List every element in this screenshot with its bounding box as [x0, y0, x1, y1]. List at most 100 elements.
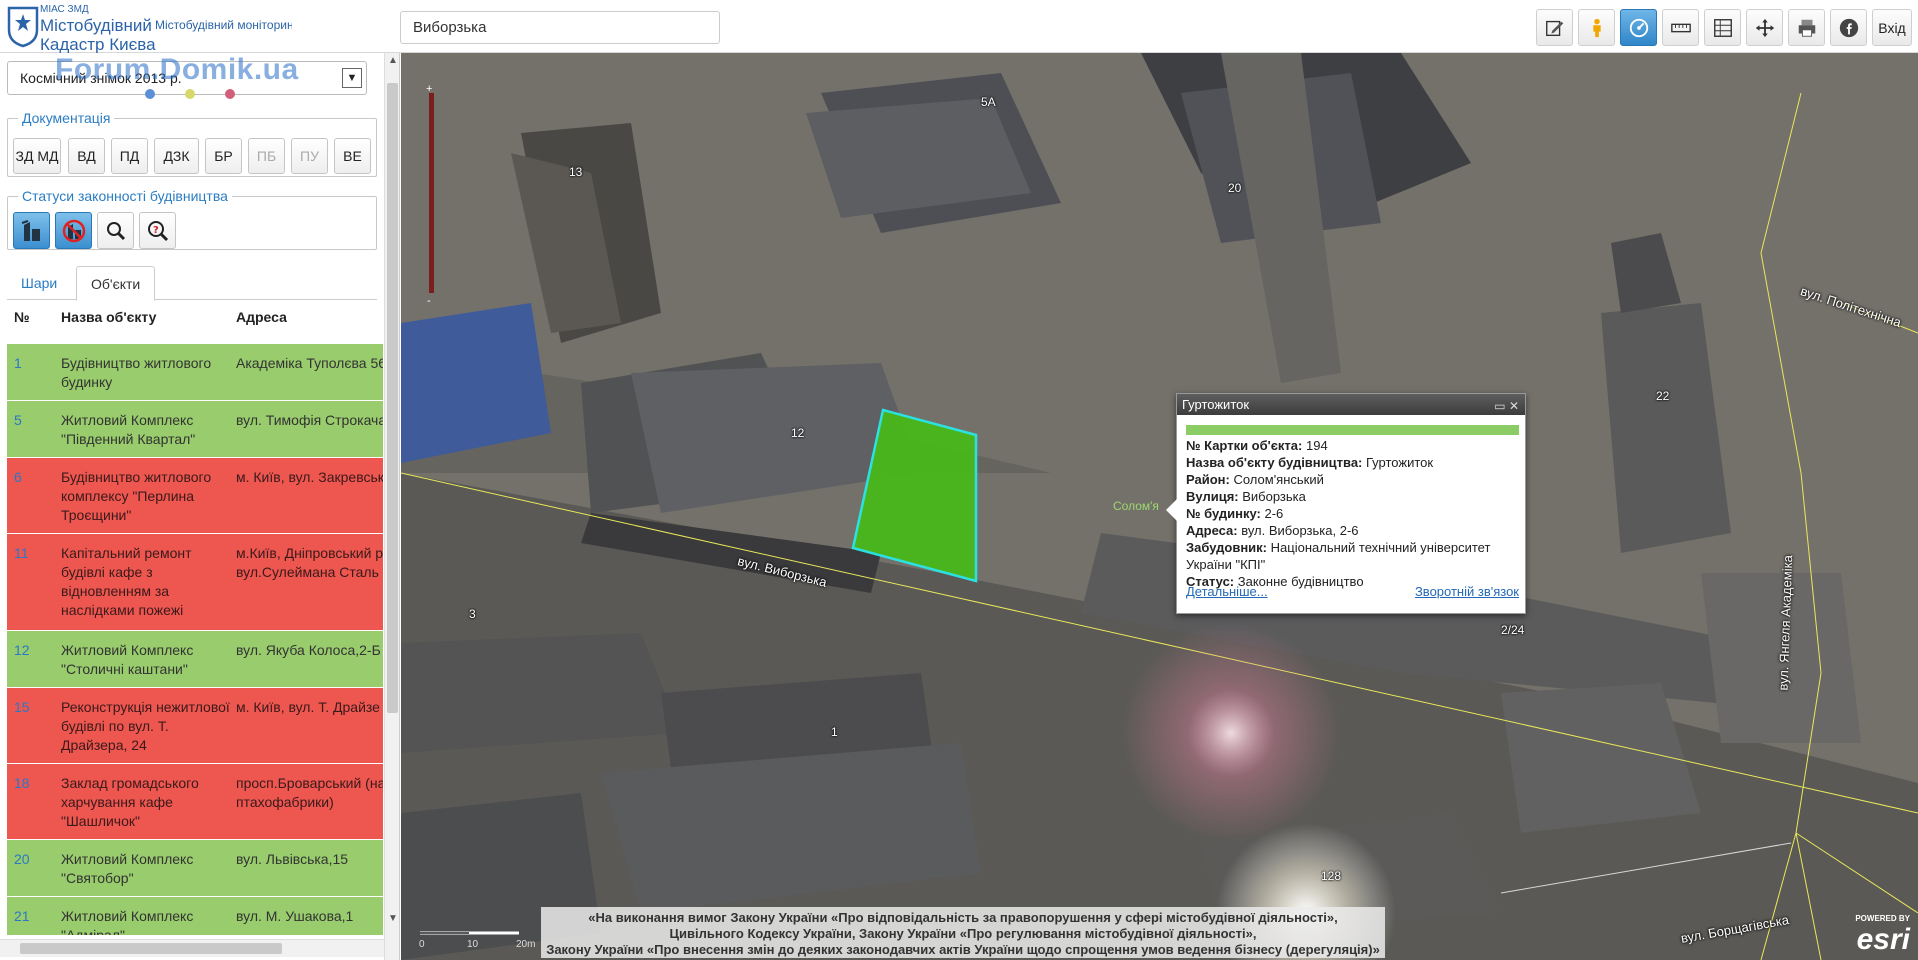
- measure-icon: [1670, 23, 1691, 32]
- vertical-scroll-thumb[interactable]: [387, 83, 398, 713]
- search-objects-button[interactable]: [97, 212, 134, 249]
- kyiv-coat-of-arms-logo[interactable]: [6, 4, 40, 48]
- print-button[interactable]: [1788, 9, 1825, 46]
- column-header-address[interactable]: Адреса: [236, 305, 287, 329]
- table-row[interactable]: 5 Житловий Комплекс "Південний Квартал" …: [7, 400, 383, 457]
- row-name: Житловий Комплекс "Південний Квартал": [61, 412, 196, 447]
- doc-button-zd-md[interactable]: ЗД МД: [13, 138, 61, 174]
- table-row[interactable]: 1 Будівництво житлового будинку Академік…: [7, 343, 383, 400]
- search-icon: [106, 221, 125, 240]
- table-row[interactable]: 21 Житловий Комплекс "Адмірал" вул. М. У…: [7, 896, 383, 935]
- documentation-group: Документація ЗД МД ВД ПД ДЗК БР ПБ ПУ ВЕ: [7, 110, 377, 177]
- doc-button-pd[interactable]: ПД: [111, 138, 148, 174]
- vertical-scrollbar[interactable]: ▲ ▼: [384, 53, 399, 960]
- map-number-label: 1: [831, 725, 838, 739]
- logo-text[interactable]: МІАС ЗМД Містобудівний Кадастр Києва: [40, 4, 156, 54]
- table-row[interactable]: 11 Капітальний ремонт будівлі кафе з від…: [7, 533, 383, 630]
- help-search-button[interactable]: ?: [139, 212, 176, 249]
- watermark-dot-red: [225, 89, 235, 99]
- facebook-button[interactable]: [1830, 9, 1867, 46]
- popup-field: Вулиця: Виборзька: [1186, 489, 1306, 504]
- horizontal-scrollbar[interactable]: [0, 939, 384, 957]
- scale-bar-ruler: [420, 931, 519, 935]
- map-search-input[interactable]: [400, 11, 720, 44]
- column-header-number[interactable]: №: [14, 305, 30, 329]
- scroll-down-icon[interactable]: ▼: [385, 913, 399, 929]
- documentation-title: Документація: [22, 110, 111, 126]
- table-row[interactable]: 12 Житловий Комплекс "Столичні каштани" …: [7, 630, 383, 687]
- row-address-line-1: м.Київ, Дніпровський р: [236, 545, 383, 561]
- zoom-slider[interactable]: + -: [425, 83, 437, 307]
- zoom-track[interactable]: [429, 93, 434, 293]
- map-view[interactable]: 5А 13 20 12 22 3 1 2/24 128 Солом'я вул.…: [401, 53, 1918, 960]
- maximize-icon[interactable]: ▭: [1494, 399, 1505, 413]
- feedback-link[interactable]: Зворотній зв'язок: [1415, 584, 1519, 599]
- svg-text:?: ?: [153, 225, 159, 236]
- popup-field: Назва об'єкту будівництва: Гуртожиток: [1186, 455, 1434, 470]
- row-name: Житловий Комплекс "Адмірал": [61, 908, 194, 935]
- scale-label: 0: [419, 939, 425, 950]
- doc-button-br[interactable]: БР: [205, 138, 242, 174]
- doc-button-pu[interactable]: ПУ: [291, 138, 328, 174]
- app-subtitle: Містобудівний моніторинг: [155, 18, 292, 32]
- legal-line: Закону України «Про внесення змін до дея…: [546, 942, 1380, 957]
- popup-field: № Картки об'єкта: 194: [1186, 438, 1328, 453]
- esri-logo-text: esri: [1856, 923, 1910, 956]
- row-name: Житловий Комплекс "Столичні каштани": [61, 642, 194, 677]
- row-name: Будівництво житлового будинку: [61, 355, 212, 390]
- row-name: Реконструкція нежитлової будівлі по вул.…: [61, 699, 230, 753]
- row-address: вул. М. Ушакова,1: [236, 908, 354, 924]
- district-label: Солом'я: [1113, 499, 1159, 513]
- row-address: вул. Львівська,15: [236, 851, 349, 867]
- chevron-down-icon[interactable]: ▼: [342, 68, 362, 88]
- map-number-label: 20: [1228, 181, 1242, 195]
- identify-button[interactable]: [1620, 9, 1657, 46]
- table-row[interactable]: 6 Будівництво житлового комплексу "Перли…: [7, 457, 383, 533]
- row-number: 6: [14, 469, 22, 485]
- edit-button[interactable]: [1536, 9, 1573, 46]
- measure-button[interactable]: [1662, 9, 1699, 46]
- pan-icon: [1755, 18, 1774, 37]
- table-row[interactable]: 15 Реконструкція нежитлової будівлі по в…: [7, 687, 383, 763]
- table-row[interactable]: 18 Заклад громадського харчування кафе "…: [7, 763, 383, 839]
- row-address: вул. Тимофія Строкача: [236, 412, 383, 428]
- scale-label: 10: [467, 939, 479, 950]
- tab-layers[interactable]: Шари: [7, 266, 71, 301]
- more-details-link[interactable]: Детальніше...: [1186, 584, 1268, 599]
- esri-logo[interactable]: POWERED BY esri: [1855, 915, 1910, 955]
- logo-small-text: МІАС ЗМД: [40, 4, 89, 15]
- popup-title: Гуртожиток: [1182, 397, 1250, 412]
- scale-bar: 0 10 20m: [419, 925, 535, 955]
- facebook-icon: [1839, 18, 1858, 37]
- map-number-label: 2/24: [1501, 623, 1525, 637]
- horizontal-scroll-thumb[interactable]: [20, 943, 282, 954]
- row-number: 15: [14, 699, 30, 715]
- doc-button-vd[interactable]: ВД: [68, 138, 105, 174]
- layers-compare-icon: [1713, 18, 1732, 37]
- row-number: 11: [14, 545, 29, 561]
- table-row[interactable]: 20 Житловий Комплекс "Святобор" вул. Льв…: [7, 839, 383, 896]
- doc-button-pb[interactable]: ПБ: [248, 138, 285, 174]
- illegal-construction-button[interactable]: [55, 212, 92, 249]
- row-name: Заклад громадського харчування кафе "Шаш…: [61, 775, 199, 829]
- doc-button-ve[interactable]: ВЕ: [334, 138, 371, 174]
- street-view-button[interactable]: [1578, 9, 1615, 46]
- close-icon[interactable]: ✕: [1509, 399, 1519, 413]
- zoom-out-icon[interactable]: -: [427, 295, 431, 307]
- login-button[interactable]: Вхід: [1872, 9, 1912, 46]
- layers-compare-button[interactable]: [1704, 9, 1741, 46]
- doc-button-dzk[interactable]: ДЗК: [154, 138, 199, 174]
- logo-line-1: Містобудівний: [40, 16, 152, 35]
- popup-field: Забудовник: Національний технічний уніве…: [1186, 540, 1491, 555]
- row-address: Академіка Туполєва 56: [236, 355, 383, 371]
- column-header-name[interactable]: Назва об'єкту: [61, 305, 156, 329]
- row-address-line-2: вул.Сулеймана Сталь: [236, 564, 379, 580]
- pan-button[interactable]: [1746, 9, 1783, 46]
- esri-powered-text: POWERED BY: [1855, 914, 1910, 923]
- help-search-icon: ?: [147, 220, 168, 241]
- scroll-up-icon[interactable]: ▲: [385, 55, 399, 71]
- edit-icon: [1545, 20, 1563, 36]
- legal-construction-button[interactable]: [13, 212, 50, 249]
- tab-objects[interactable]: Об'єкти: [76, 266, 156, 301]
- objects-table: № Назва об'єкту Адреса 1 Будівництво жит…: [7, 305, 383, 935]
